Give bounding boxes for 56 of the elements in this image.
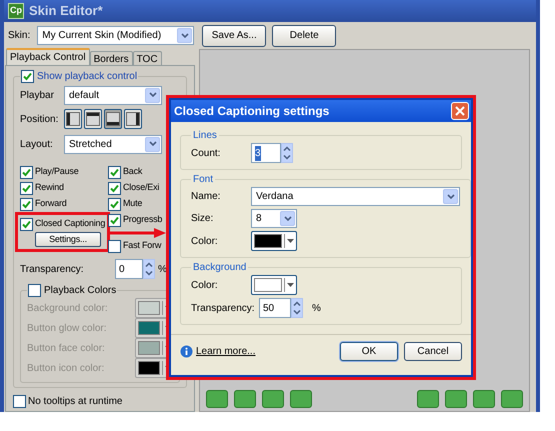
dropdown-field[interactable]: 8 [251,209,297,228]
group-title: Lines [192,129,218,143]
checkbox-label: Playback Colors [44,284,116,298]
settings-button[interactable]: Settings... [35,232,101,247]
field-label: Transparency: [20,262,85,276]
group-title: Font [192,173,214,187]
tab[interactable]: TOC [132,51,162,65]
dialog-button[interactable]: Cancel [404,342,462,361]
checkbox-label: Progressb [123,213,162,226]
dropdown-field[interactable]: Stretched [64,134,162,154]
dropdown-value: My Current Skin (Modified) [42,29,162,43]
dropdown-value: Stretched [69,138,112,152]
checkbox-label: Show playback control [37,70,138,84]
dropdown-value: Verdana [256,190,294,204]
checkbox-label: Close/Exi [123,181,160,194]
toolbar-button[interactable]: Save As... [202,24,266,46]
checkbox-label: Closed Captioning [35,217,106,230]
field-label: Size: [191,212,214,226]
checkbox-label: Fast Forw [123,239,162,252]
app-logo: Cp [8,3,24,19]
unit-label: % [312,302,321,316]
checkbox-label: Forward [35,197,67,210]
dropdown-value: 8 [256,212,262,226]
field-label: Transparency: [191,302,256,316]
dropdown-value: default [69,88,100,102]
checkbox-label: Back [123,165,142,178]
number-field[interactable]: 50 [259,298,291,318]
skin-label: Skin: [8,29,30,43]
checkbox-label: Mute [123,197,142,210]
field-label: Color: [191,234,219,248]
field-label: Background color: [27,302,108,316]
field-label: Button glow color: [27,322,106,336]
field-label: Button face color: [27,342,105,356]
group-title: Background [192,261,248,275]
field-label: Name: [191,190,222,204]
field-label: Layout: [20,138,54,152]
tab[interactable]: Playback Control [6,48,90,65]
number-field[interactable]: 0 [115,259,143,279]
field-label: Button icon color: [27,362,104,376]
field-label: Count: [191,146,222,160]
field-label: Position: [20,112,60,126]
dropdown-field[interactable]: My Current Skin (Modified) [37,26,194,45]
dropdown-field[interactable]: default [64,86,162,104]
tab[interactable]: Borders [90,51,133,65]
dropdown-field[interactable]: Verdana [251,187,460,206]
dialog-title: Closed Captioning settings [174,103,330,120]
field-label: Playbar [20,88,55,102]
dialog-button[interactable]: OK [340,342,398,361]
checkbox-label: Play/Pause [35,165,79,178]
field-label: Color: [191,278,219,292]
toolbar-button[interactable]: Delete [272,24,336,46]
checkbox-label: No tooltips at runtime [28,394,122,408]
checkbox-label: Rewind [35,181,64,194]
number-field[interactable]: 3 [251,143,281,163]
window-title: Skin Editor* [29,2,103,20]
learn-more-link[interactable]: Learn more... [196,344,256,359]
